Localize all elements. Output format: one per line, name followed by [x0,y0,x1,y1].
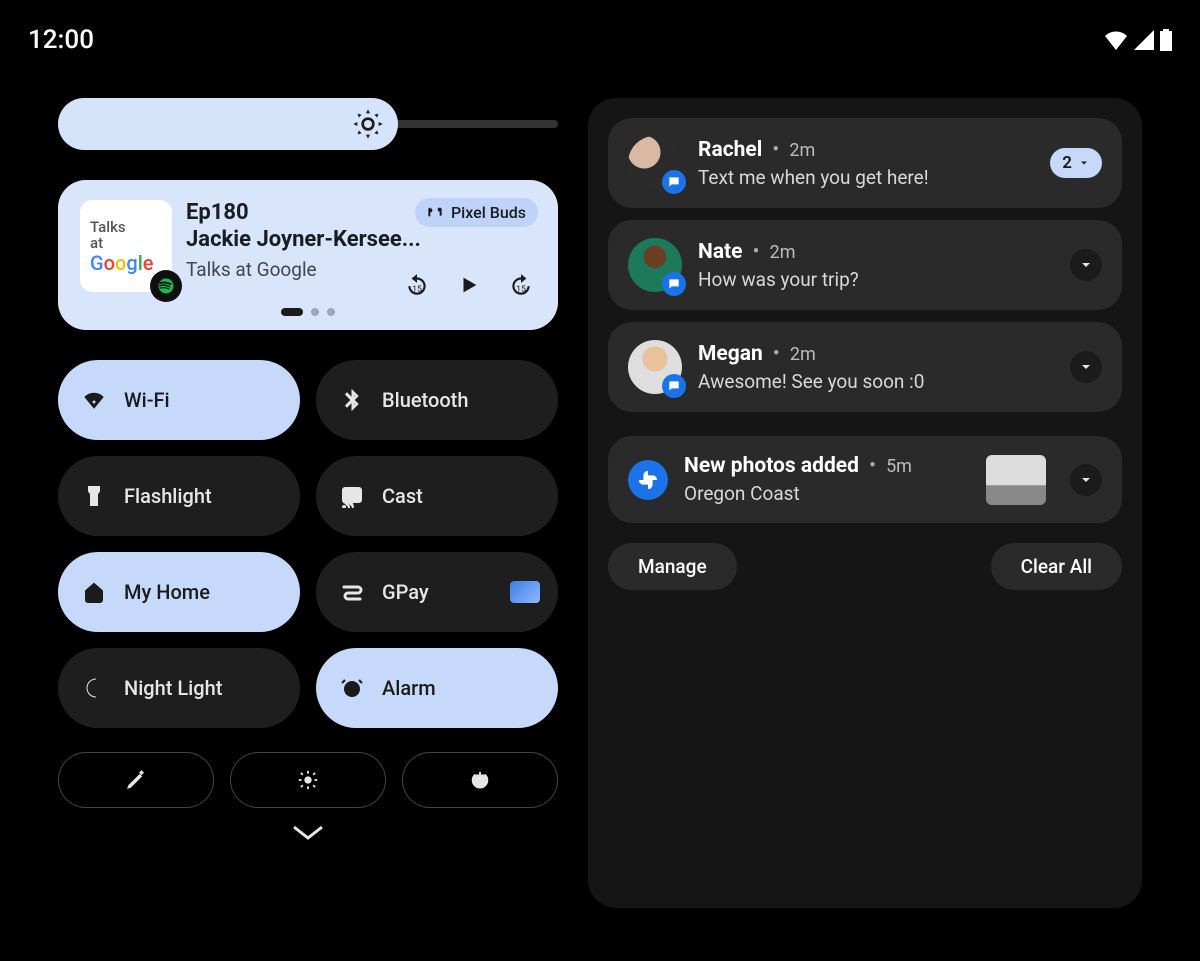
notification-photos[interactable]: New photos added•5m Oregon Coast [608,436,1122,523]
avatar [628,238,682,292]
status-bar: 12:00 [0,20,1200,60]
forward-15-button[interactable]: 15 [508,272,534,298]
edit-tiles-button[interactable] [58,752,214,808]
tile-wifi[interactable]: Wi-Fi [58,360,300,440]
power-icon [469,769,491,791]
avatar [628,136,682,190]
notification-rachel[interactable]: Rachel•2m Text me when you get here! 2 [608,118,1122,208]
notification-nate[interactable]: Nate•2m How was your trip? [608,220,1122,310]
expand-handle[interactable] [58,824,558,842]
messages-icon [662,170,686,194]
brightness-slider[interactable] [58,98,558,150]
media-player-card[interactable]: Pixel Buds Talks at Google Ep180 Jackie … [58,180,558,330]
gear-icon [297,769,319,791]
expand-button[interactable] [1070,351,1102,383]
power-button[interactable] [402,752,558,808]
quick-settings-grid: Wi-Fi Bluetooth Flashlight Cast My Home … [58,360,558,728]
tile-cast[interactable]: Cast [316,456,558,536]
svg-text:15: 15 [412,285,422,295]
tile-home[interactable]: My Home [58,552,300,632]
rewind-15-button[interactable]: 15 [404,272,430,298]
messages-icon [662,272,686,296]
media-pager-dots[interactable] [80,308,536,316]
output-label: Pixel Buds [451,203,526,222]
tile-alarm[interactable]: Alarm [316,648,558,728]
photo-thumbnail [986,455,1046,505]
notification-count-chip[interactable]: 2 [1050,148,1102,178]
wifi-status-icon [1104,30,1128,50]
notification-panel: Rachel•2m Text me when you get here! 2 N… [588,98,1142,908]
settings-button[interactable] [230,752,386,808]
notification-megan[interactable]: Megan•2m Awesome! See you soon :0 [608,322,1122,412]
clear-all-button[interactable]: Clear All [991,543,1122,590]
expand-button[interactable] [1070,249,1102,281]
earbuds-icon [427,206,443,220]
chevron-down-icon [291,824,325,842]
output-chip[interactable]: Pixel Buds [415,198,538,227]
tile-gpay[interactable]: GPay [316,552,558,632]
avatar [628,340,682,394]
media-album-art: Talks at Google [80,200,172,292]
spotify-icon [150,270,182,302]
gpay-card-icon [510,581,540,603]
messages-icon [662,374,686,398]
battery-status-icon [1160,29,1172,51]
tile-bluetooth[interactable]: Bluetooth [316,360,558,440]
pencil-icon [125,769,147,791]
status-time: 12:00 [28,25,94,55]
manage-button[interactable]: Manage [608,543,737,590]
play-button[interactable] [458,274,480,296]
signal-status-icon [1134,30,1154,50]
photos-icon [628,460,668,500]
media-title: Jackie Joyner-Kersee... [186,227,536,252]
tile-flashlight[interactable]: Flashlight [58,456,300,536]
expand-button[interactable] [1070,464,1102,496]
svg-text:15: 15 [516,285,526,295]
tile-nightlight[interactable]: Night Light [58,648,300,728]
brightness-icon [352,108,384,140]
